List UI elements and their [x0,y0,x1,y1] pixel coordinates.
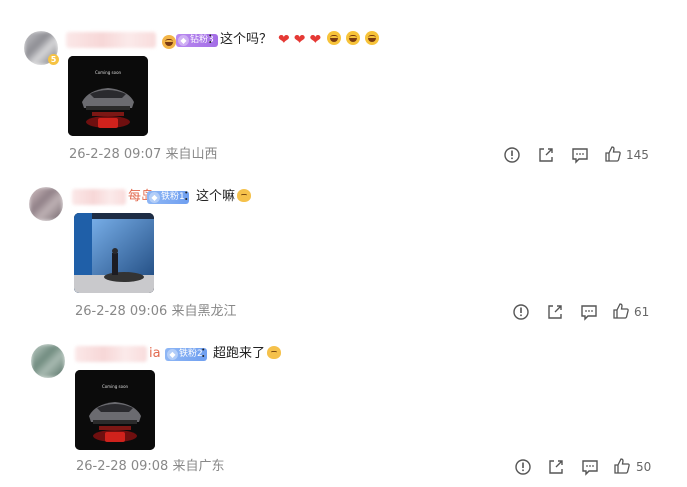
like-icon[interactable] [613,457,631,475]
comment-3: ia ◆ 铁粉2 ：超跑来了 Coming soon 26-2-28 09:08… [0,330,687,487]
comment-2: 每岛 ◆ 铁粉1 ：这个嘛 26-2-28 09:06 来自黑龙江 61 [0,170,687,330]
like-icon[interactable] [612,302,630,320]
comment-1: 5 ◆ 钻粉3 ：这个吗？ ❤ ❤ ❤ Coming soon 26-2-28 09:… [0,0,687,170]
thumb-caption: Coming soon [95,70,122,75]
heart-emoji-icon: ❤ [309,31,322,48]
car-image: Coming soon [75,370,155,450]
fan-level-icon: ◆ [167,349,178,360]
share-icon[interactable] [546,303,564,321]
cat-emoji-icon [267,346,282,359]
share-icon[interactable] [547,458,565,476]
laugh-emoji-icon [346,31,361,45]
comment-meta: 26-2-28 09:08 来自广东 [76,459,225,474]
report-icon[interactable] [503,146,521,164]
comment-meta: 26-2-28 09:06 来自黑龙江 [75,304,237,319]
comment-icon[interactable] [581,458,599,476]
username[interactable] [75,346,147,362]
username[interactable] [72,189,126,205]
image-thumbnail[interactable] [74,213,154,293]
thumb-caption: Coming soon [102,384,129,389]
comment-text: ：这个嘛 [183,189,252,205]
like-count: 50 [636,460,652,474]
cat-emoji-icon [237,189,252,202]
heart-emoji-icon: ❤ [278,31,290,48]
comment-text: ：超跑来了 [200,346,282,362]
verified-badge-icon: 5 [48,54,59,65]
photo-image [74,213,154,293]
comment-icon[interactable] [571,146,589,164]
car-image: Coming soon [68,56,148,136]
comment-text: ：这个吗？ ❤ ❤ ❤ [207,31,380,48]
image-thumbnail[interactable]: Coming soon [68,56,148,136]
share-icon[interactable] [537,146,555,164]
diamond-icon: ◆ [178,35,189,46]
like-count: 61 [634,305,650,319]
like-icon[interactable] [604,145,622,163]
avatar[interactable] [29,187,63,221]
comment-icon[interactable] [580,303,598,321]
fan-emoji-icon [162,32,176,51]
laugh-emoji-icon [365,31,380,45]
username[interactable] [66,32,156,48]
avatar[interactable] [31,344,65,378]
username-tail: ia [149,346,161,361]
laugh-emoji-icon [327,31,342,45]
like-count: 145 [626,148,649,162]
report-icon[interactable] [512,303,530,321]
comment-meta: 26-2-28 09:07 来自山西 [69,147,218,162]
heart-emoji-icon: ❤ [293,31,306,48]
fan-level-icon: ◆ [149,192,160,203]
report-icon[interactable] [514,458,532,476]
image-thumbnail[interactable]: Coming soon [75,370,155,450]
